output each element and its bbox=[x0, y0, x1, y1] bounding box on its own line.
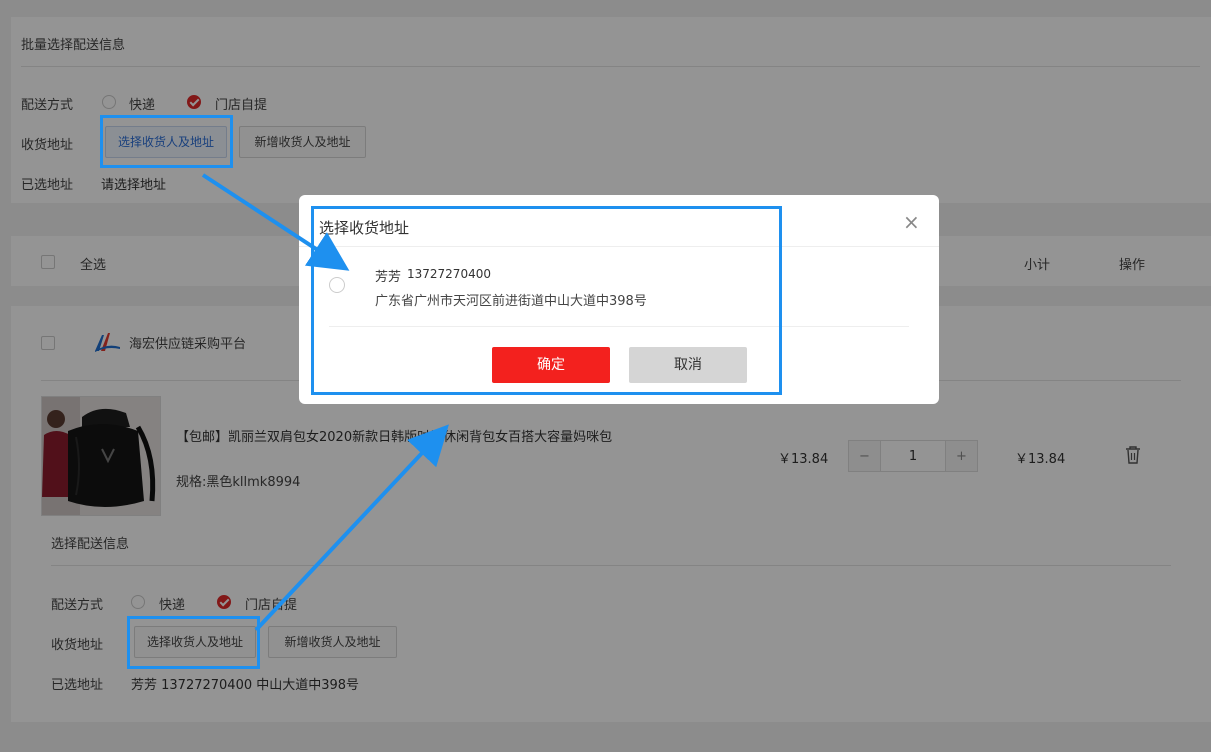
address-detail[interactable]: 广东省广州市天河区前进街道中山大道中398号 bbox=[375, 290, 647, 309]
address-modal: 选择收货地址 × 芳芳 13727270400 广东省广州市天河区前进街道中山大… bbox=[299, 195, 939, 404]
address-name[interactable]: 芳芳 bbox=[375, 266, 401, 285]
divider bbox=[329, 326, 909, 327]
modal-title: 选择收货地址 bbox=[319, 219, 410, 237]
address-option-radio[interactable] bbox=[329, 277, 345, 293]
cancel-button[interactable]: 取消 bbox=[629, 347, 747, 383]
close-icon[interactable]: × bbox=[903, 211, 920, 233]
address-phone[interactable]: 13727270400 bbox=[407, 267, 491, 281]
divider bbox=[299, 246, 939, 247]
checkout-page: 批量选择配送信息 配送方式 快递 门店自提 收货地址 选择收货人及地址 新增收货… bbox=[0, 0, 1211, 752]
confirm-button[interactable]: 确定 bbox=[492, 347, 610, 383]
